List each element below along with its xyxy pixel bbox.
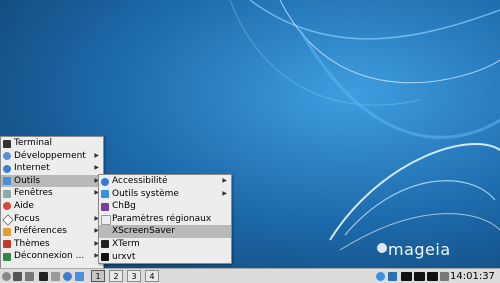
- system-monitor-icon: [401, 272, 412, 281]
- update-icon[interactable]: [388, 272, 397, 281]
- main-menu: Terminal Développement ▶ Internet ▶ Outi…: [0, 136, 104, 269]
- menu-label: XScreenSaver: [112, 226, 175, 237]
- menu-label: Accessibilité: [112, 176, 168, 186]
- terminal-launcher-icon[interactable]: [39, 272, 48, 281]
- submenu-arrow-icon: ▶: [94, 151, 99, 159]
- accessibility-icon: [101, 177, 109, 186]
- menu-label: Développement: [14, 150, 86, 161]
- menu-label: Outils: [14, 175, 41, 186]
- submenu-arrow-icon: ▶: [94, 164, 99, 172]
- menu-label: Aide: [14, 200, 34, 211]
- show-desktop-icon[interactable]: [13, 272, 22, 281]
- submenu-item-accessibility[interactable]: Accessibilité ▶: [99, 175, 231, 188]
- window-list-icon[interactable]: [25, 272, 34, 281]
- taskbar: 1 2 3 4 14:01:37: [0, 268, 500, 283]
- terminal-icon: [3, 139, 11, 148]
- browser-icon[interactable]: [63, 272, 72, 281]
- tools-icon: [3, 177, 11, 186]
- menu-item-internet[interactable]: Internet ▶: [1, 162, 103, 175]
- help-icon: [3, 202, 11, 211]
- submenu-arrow-icon: ▶: [222, 177, 227, 184]
- menu-item-themes[interactable]: Thèmes ▶: [1, 238, 103, 251]
- menu-label: Outils système: [112, 188, 179, 199]
- cpu-graph-icon: [414, 272, 425, 281]
- menu-item-focus[interactable]: Focus ▶: [1, 213, 103, 226]
- submenu-arrow-icon: ▶: [222, 189, 227, 197]
- menu-label: ChBg: [112, 201, 136, 212]
- menu-item-terminal[interactable]: Terminal: [1, 137, 103, 150]
- settings-gear-icon[interactable]: [2, 272, 11, 281]
- submenu-item-xterm[interactable]: XTerm: [99, 238, 231, 251]
- menu-item-preferences[interactable]: Préférences ▶: [1, 225, 103, 238]
- menu-label: Thèmes: [14, 238, 50, 249]
- menu-label: Déconnexion ...: [14, 251, 85, 262]
- memory-graph-icon: [427, 272, 438, 281]
- internet-icon: [3, 164, 11, 173]
- menu-label: Focus: [14, 213, 40, 224]
- mageia-logo-text: mageia: [388, 240, 451, 259]
- xterm-icon: [101, 240, 109, 249]
- menu-item-logout[interactable]: Déconnexion ... ▶: [1, 250, 103, 263]
- chbg-icon: [101, 202, 109, 211]
- network-icon[interactable]: [376, 272, 385, 281]
- volume-icon[interactable]: [440, 272, 449, 281]
- tools-launcher-icon[interactable]: [75, 272, 84, 281]
- menu-item-tools[interactable]: Outils ▶: [1, 174, 103, 188]
- submenu-item-system-tools[interactable]: Outils système ▶: [99, 188, 231, 201]
- file-manager-icon[interactable]: [51, 272, 60, 281]
- menu-label: Internet: [14, 163, 50, 174]
- menu-item-development[interactable]: Développement ▶: [1, 150, 103, 163]
- tools-submenu: Accessibilité ▶ Outils système ▶ ChBg Pa…: [98, 174, 232, 264]
- menu-label: Fenêtres: [14, 188, 53, 199]
- workspace-3-button[interactable]: 3: [127, 270, 141, 282]
- submenu-item-locale[interactable]: Paramètres régionaux: [99, 213, 231, 226]
- workspace-2-button[interactable]: 2: [109, 270, 123, 282]
- menu-item-help[interactable]: Aide: [1, 200, 103, 213]
- logout-icon: [3, 252, 11, 261]
- development-icon: [3, 152, 11, 161]
- urxvt-icon: [101, 253, 109, 262]
- focus-icon: [2, 214, 14, 226]
- menu-label: Terminal: [14, 138, 53, 148]
- workspace-4-button[interactable]: 4: [145, 270, 159, 282]
- clock: 14:01:37: [450, 271, 495, 282]
- menu-item-windows[interactable]: Fenêtres ▶: [1, 187, 103, 200]
- submenu-item-xscreensaver[interactable]: XScreenSaver: [99, 225, 231, 238]
- system-tools-icon: [101, 190, 109, 199]
- submenu-item-chbg[interactable]: ChBg: [99, 200, 231, 213]
- menu-label: XTerm: [112, 238, 140, 249]
- workspace-1-button[interactable]: 1: [91, 270, 105, 282]
- menu-label: urxvt: [112, 251, 136, 262]
- menu-label: Paramètres régionaux: [112, 213, 212, 224]
- windows-icon: [3, 189, 11, 198]
- locale-icon: [101, 215, 111, 226]
- submenu-item-urxvt[interactable]: urxvt: [99, 251, 231, 264]
- menu-label: Préférences: [14, 226, 67, 237]
- preferences-icon: [3, 227, 11, 236]
- themes-icon: [3, 240, 11, 249]
